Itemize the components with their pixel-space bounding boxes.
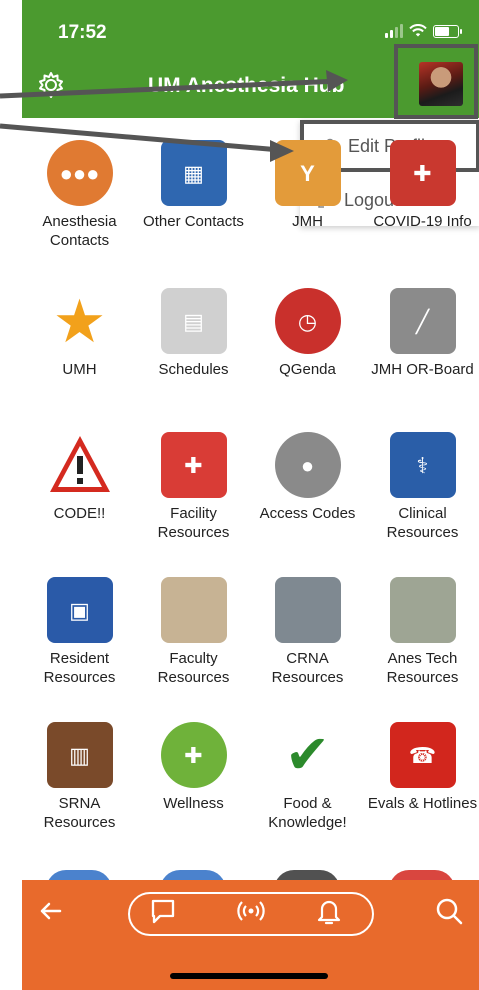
wifi-icon xyxy=(409,24,427,37)
tile-label: Anesthesia Contacts xyxy=(42,213,117,249)
tile-schedules[interactable]: ▤ Schedules xyxy=(136,288,251,379)
tile-label: Clinical Resources xyxy=(386,505,459,541)
tile-access-codes[interactable]: ● Access Codes xyxy=(250,432,365,523)
tile-label: Facility Resources xyxy=(157,505,230,541)
tile-label: Schedules xyxy=(158,361,229,378)
tile-label: CODE!! xyxy=(53,505,106,522)
tile-jmh[interactable]: Y JMH xyxy=(250,140,365,231)
tile-qgenda[interactable]: ◷ QGenda xyxy=(250,288,365,379)
tile-label: Anes Tech Resources xyxy=(386,650,459,686)
tile-label: Faculty Resources xyxy=(157,650,230,686)
checkmark-icon: ✔ xyxy=(284,724,331,785)
tile-label: COVID-19 Info xyxy=(373,213,472,230)
padlock-icon: ● xyxy=(274,432,341,498)
bottom-toolbar xyxy=(22,880,479,990)
status-icons xyxy=(385,24,462,38)
status-time: 17:52 xyxy=(58,22,107,43)
chat-bubble-icon[interactable] xyxy=(148,896,178,926)
tile-jmh-or-board[interactable]: ╱ JMH OR-Board xyxy=(365,288,479,379)
scalpel-icon: ╱ xyxy=(389,288,456,354)
telephone-icon: ☎ xyxy=(389,722,456,788)
tile-label: UMH xyxy=(62,361,97,378)
signal-icon xyxy=(385,24,403,38)
clock-icon: ◷ xyxy=(274,288,341,354)
people-icon: ●●● xyxy=(46,140,113,206)
tile-label: CRNA Resources xyxy=(271,650,344,686)
tile-label: Other Contacts xyxy=(143,213,244,230)
folder-tan-icon xyxy=(160,577,227,643)
tile-food-knowledge[interactable]: ✔ Food & Knowledge! xyxy=(250,722,365,832)
tile-umh[interactable]: ★ UMH xyxy=(22,288,137,379)
home-indicator xyxy=(170,973,328,979)
battery-icon xyxy=(433,24,462,38)
folder-olive-icon xyxy=(389,577,456,643)
tile-anesthesia-contacts[interactable]: ●●● Anesthesia Contacts xyxy=(22,140,137,250)
tile-label: Wellness xyxy=(163,795,224,812)
app-screen: 17:52 UM Anesthesia Hub Edit P xyxy=(22,0,479,990)
tile-facility-resources[interactable]: ✚ Facility Resources xyxy=(136,432,251,542)
covid-icon: ✚ xyxy=(389,140,456,206)
tile-resident-resources[interactable]: ▣ Resident Resources xyxy=(22,577,137,687)
address-book-icon: ▣ xyxy=(46,577,113,643)
folder-people-icon: ▦ xyxy=(160,140,227,206)
tile-label: JMH OR-Board xyxy=(371,361,474,378)
books-icon: ▥ xyxy=(46,722,113,788)
back-arrow-icon[interactable] xyxy=(36,896,66,926)
tile-label: Food & Knowledge! xyxy=(268,795,347,831)
calendar-clock-icon: ▤ xyxy=(160,288,227,354)
settings-gear-icon[interactable] xyxy=(36,70,66,100)
profile-avatar[interactable] xyxy=(419,62,463,106)
broadcast-icon[interactable] xyxy=(236,896,266,926)
folder-gray-icon xyxy=(274,577,341,643)
plus-circle-icon: ✚ xyxy=(160,722,227,788)
tile-faculty-resources[interactable]: Faculty Resources xyxy=(136,577,251,687)
jmh-logo-icon: Y xyxy=(274,140,341,206)
app-title: UM Anesthesia Hub xyxy=(148,74,345,97)
tile-other-contacts[interactable]: ▦ Other Contacts xyxy=(136,140,251,231)
tile-srna-resources[interactable]: ▥ SRNA Resources xyxy=(22,722,137,832)
tile-covid-19-info[interactable]: ✚ COVID-19 Info xyxy=(365,140,479,231)
tile-label: QGenda xyxy=(279,361,336,378)
bell-icon[interactable] xyxy=(314,896,344,926)
tile-label: SRNA Resources xyxy=(43,795,116,831)
tile-anes-tech-resources[interactable]: Anes Tech Resources xyxy=(365,577,479,687)
tile-crna-resources[interactable]: CRNA Resources xyxy=(250,577,365,687)
tile-label: JMH xyxy=(292,213,323,230)
hospital-icon: ✚ xyxy=(160,432,227,498)
tile-clinical-resources[interactable]: ⚕ Clinical Resources xyxy=(365,432,479,542)
tile-wellness[interactable]: ✚ Wellness xyxy=(136,722,251,813)
tile-label: Access Codes xyxy=(259,505,356,522)
search-icon[interactable] xyxy=(434,896,464,926)
tile-evals-hotlines[interactable]: ☎ Evals & Hotlines xyxy=(365,722,479,813)
tile-label: Resident Resources xyxy=(43,650,116,686)
tile-label: Evals & Hotlines xyxy=(367,795,478,812)
vip-star-icon: ★ xyxy=(52,287,107,355)
caduceus-icon: ⚕ xyxy=(389,432,456,498)
warning-icon xyxy=(47,432,113,498)
tile-code[interactable]: CODE!! xyxy=(22,432,137,523)
